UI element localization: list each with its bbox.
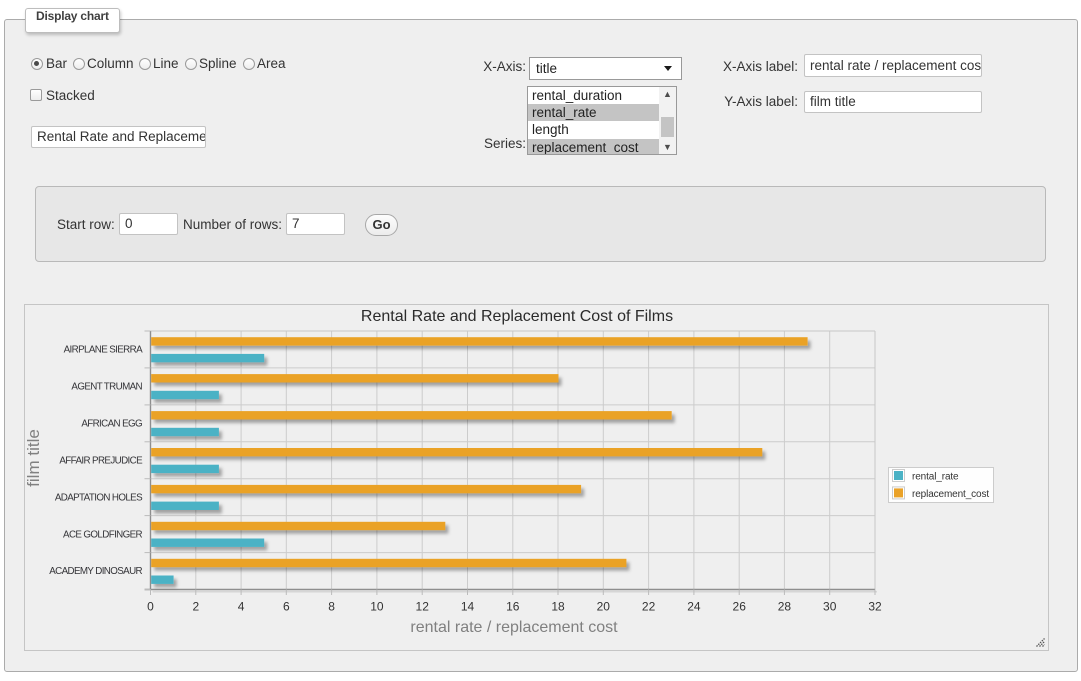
svg-text:32: 32 bbox=[868, 600, 882, 614]
svg-text:Rental Rate and Replacement Co: Rental Rate and Replacement Cost of Film… bbox=[361, 308, 673, 325]
svg-text:replacement_cost: replacement_cost bbox=[912, 489, 989, 500]
svg-text:8: 8 bbox=[328, 600, 335, 614]
svg-text:16: 16 bbox=[506, 600, 520, 614]
svg-text:AFRICAN EGG: AFRICAN EGG bbox=[81, 419, 142, 430]
svg-text:30: 30 bbox=[823, 600, 837, 614]
svg-text:18: 18 bbox=[551, 600, 565, 614]
svg-text:rental rate / replacement cost: rental rate / replacement cost bbox=[410, 619, 618, 636]
svg-text:20: 20 bbox=[597, 600, 611, 614]
svg-text:film title: film title bbox=[25, 429, 43, 487]
svg-text:AGENT TRUMAN: AGENT TRUMAN bbox=[71, 382, 142, 393]
svg-text:24: 24 bbox=[687, 600, 701, 614]
svg-text:4: 4 bbox=[238, 600, 245, 614]
svg-text:ADAPTATION HOLES: ADAPTATION HOLES bbox=[55, 492, 143, 503]
svg-text:22: 22 bbox=[642, 600, 656, 614]
svg-text:14: 14 bbox=[461, 600, 475, 614]
svg-text:28: 28 bbox=[778, 600, 792, 614]
svg-text:26: 26 bbox=[733, 600, 747, 614]
svg-text:AIRPLANE SIERRA: AIRPLANE SIERRA bbox=[64, 345, 143, 356]
svg-text:6: 6 bbox=[283, 600, 290, 614]
svg-text:AFFAIR PREJUDICE: AFFAIR PREJUDICE bbox=[59, 455, 143, 466]
svg-text:0: 0 bbox=[147, 600, 154, 614]
svg-text:2: 2 bbox=[192, 600, 199, 614]
svg-text:rental_rate: rental_rate bbox=[912, 472, 959, 483]
svg-text:ACADEMY DINOSAUR: ACADEMY DINOSAUR bbox=[49, 566, 142, 577]
svg-text:12: 12 bbox=[416, 600, 430, 614]
svg-text:ACE GOLDFINGER: ACE GOLDFINGER bbox=[63, 529, 143, 540]
svg-text:10: 10 bbox=[370, 600, 384, 614]
